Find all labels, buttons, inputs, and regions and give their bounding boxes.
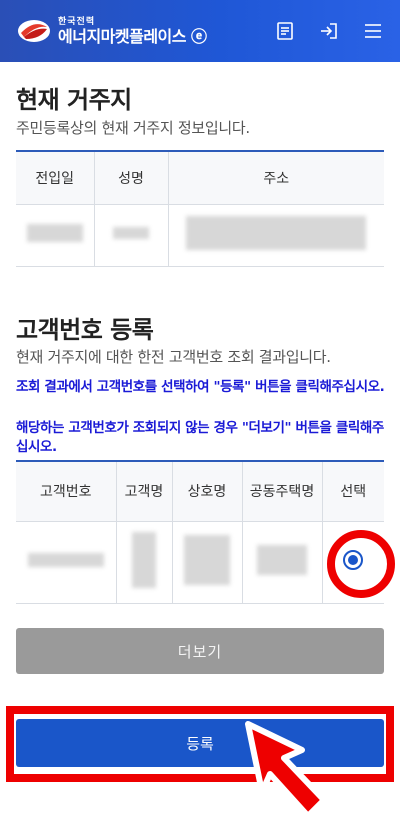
masked-cell xyxy=(16,520,117,604)
residence-title: 현재 거주지 xyxy=(16,86,132,114)
col-select: 선택 xyxy=(321,460,384,522)
col-business-name: 상호명 xyxy=(171,460,243,522)
kepco-logo[interactable]: 한국전력 에너지마켓플레이스 ⓔ xyxy=(16,17,207,45)
select-cell[interactable] xyxy=(321,520,384,604)
customer-title: 고객번호 등록 xyxy=(16,316,154,344)
top-bar: 한국전력 에너지마켓플레이스 ⓔ xyxy=(0,0,400,62)
table-row xyxy=(16,203,384,267)
col-address: 주소 xyxy=(167,150,384,205)
residence-table: 전입일 성명 주소 xyxy=(16,150,384,267)
customer-table: 고객번호 고객명 상호명 공동주택명 선택 xyxy=(16,460,384,604)
col-apartment-name: 공동주택명 xyxy=(241,460,323,522)
notice-select: 조회 결과에서 고객번호를 선택하여 "등록" 버튼을 클릭해주십시오. xyxy=(16,379,385,395)
masked-cell xyxy=(93,203,169,267)
col-move-in-date: 전입일 xyxy=(16,150,95,205)
notice-more: 해당하는 고객번호가 조회되지 않는 경우 "더보기" 버튼을 클릭해주십시오. xyxy=(16,420,384,455)
login-icon[interactable] xyxy=(318,20,340,42)
col-name: 성명 xyxy=(93,150,169,205)
logo-title: 에너지마켓플레이스 ⓔ xyxy=(58,26,207,46)
kepco-logo-mark xyxy=(16,17,52,45)
customer-desc: 현재 거주지에 대한 한전 고객번호 조회 결과입니다. xyxy=(16,348,331,366)
residence-desc: 주민등록상의 현재 거주지 정보입니다. xyxy=(16,119,250,137)
logo-small-text: 한국전력 xyxy=(58,16,96,27)
masked-cell xyxy=(16,203,95,267)
customer-select-radio[interactable] xyxy=(343,550,364,570)
masked-cell xyxy=(171,520,243,604)
masked-cell xyxy=(241,520,323,604)
document-icon[interactable] xyxy=(274,20,296,42)
masked-cell xyxy=(115,520,173,604)
col-customer-name: 고객명 xyxy=(115,460,173,522)
register-button[interactable]: 등록 xyxy=(16,719,384,767)
more-button[interactable]: 더보기 xyxy=(16,628,384,674)
masked-cell xyxy=(167,203,384,267)
table-row[interactable] xyxy=(16,520,384,604)
col-customer-number: 고객번호 xyxy=(16,460,117,522)
menu-icon[interactable] xyxy=(362,20,384,42)
